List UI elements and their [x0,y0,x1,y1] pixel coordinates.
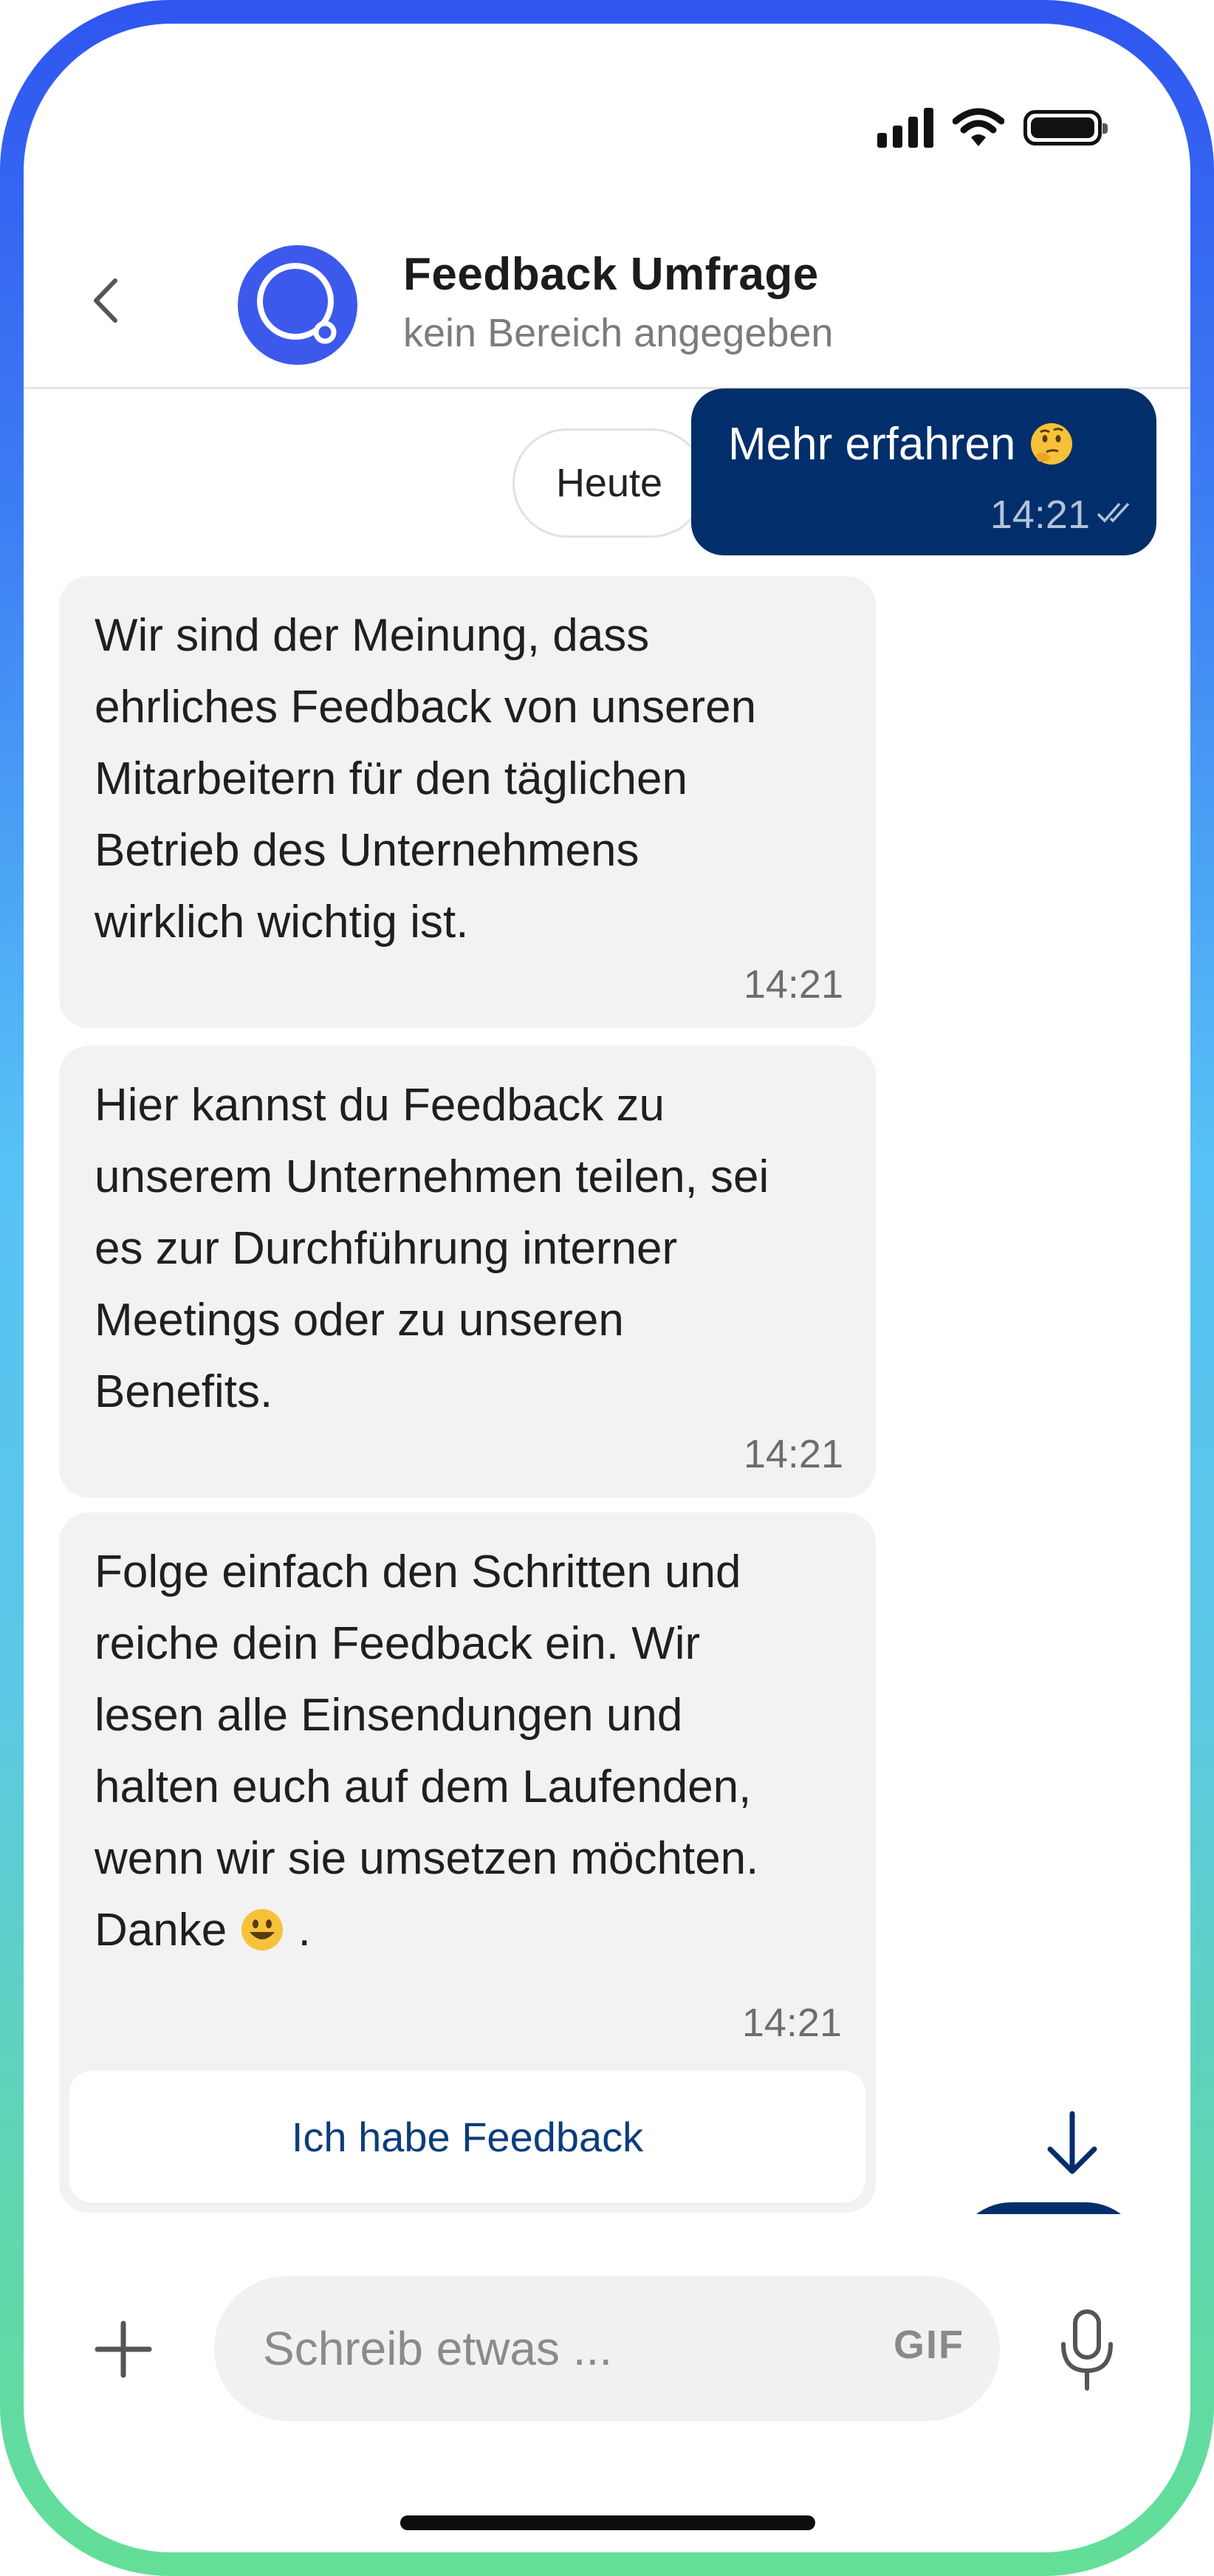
cellular-signal-icon [877,108,933,148]
read-receipt-icon [1097,502,1130,523]
date-chip: Heute [512,428,706,538]
chat-title: Feedback Umfrage [403,249,819,300]
feedback-action-button[interactable]: Ich habe Feedback [69,2071,865,2202]
gif-button[interactable]: GIF [894,2322,964,2368]
message-input[interactable] [263,2276,839,2421]
incoming-message-text: Wir sind der Meinung, dass ehrliches Fee… [95,610,757,948]
incoming-message-bubble[interactable]: Hier kannst du Feedback zu unserem Unter… [59,1046,876,1498]
back-arrow-icon[interactable] [83,275,134,326]
incoming-message-bubble[interactable]: Folge einfach den Schritten und reiche d… [59,1513,876,2213]
incoming-message-time: 14:21 [743,962,843,1007]
chat-subtitle: kein Bereich angegeben [403,311,834,355]
status-bar [877,108,1108,148]
home-indicator[interactable] [400,2515,815,2530]
message-input-container: GIF [214,2276,1000,2421]
chat-bubble-logo-icon [257,263,337,344]
scroll-to-bottom-icon[interactable] [1035,2106,1109,2180]
chat-header: Feedback Umfrage kein Bereich angegeben [24,216,1190,389]
microphone-icon[interactable] [1050,2306,1124,2394]
wifi-icon [953,108,1004,146]
incoming-message-time: 14:21 [741,2001,842,2045]
smiley-emoji-icon [241,1908,284,1950]
incoming-message-time: 14:21 [743,1432,843,1476]
thinking-face-emoji-icon [1030,422,1072,465]
battery-icon [1023,110,1108,145]
incoming-message-bubble[interactable]: Wir sind der Meinung, dass ehrliches Fee… [59,576,876,1028]
outgoing-message-bubble[interactable]: Mehr erfahren 14:21 [691,388,1156,555]
avatar[interactable] [238,245,357,365]
incoming-message-text: Hier kannst du Feedback zu unserem Unter… [95,1080,769,1417]
phone-screen: Feedback Umfrage kein Bereich angegeben … [24,24,1190,2552]
incoming-message-text: Folge einfach den Schritten und reiche d… [95,1546,759,1956]
plus-icon[interactable] [90,2316,157,2383]
outgoing-message-time: 14:21 [990,493,1090,537]
outgoing-message-text: Mehr erfahren [728,418,1074,470]
